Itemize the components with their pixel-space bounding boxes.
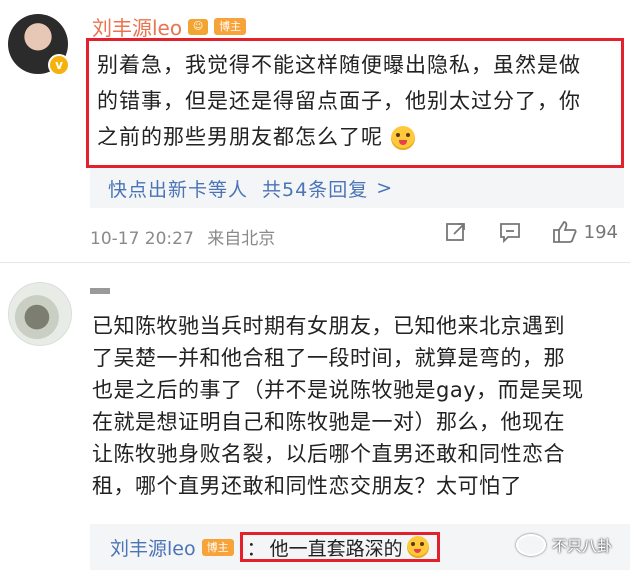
reply-names[interactable]: 快点出新卡等人 [108,175,248,202]
comment-username-row: 刘丰源leo ☺ 博主 [92,12,247,41]
watermark-text: 不只八卦 [551,536,612,555]
reply-summary-box[interactable]: 快点出新卡等人 共54条回复 > [90,168,624,208]
fan-level-icon: ☺ [188,18,209,35]
comment-text-line: 租，哪个直男还敢和同性恋交朋友？太可怕了 [92,474,522,498]
comment-actions: 194 [444,220,618,244]
comment-time: 10-17 20:27 [90,229,194,249]
like-button[interactable]: 194 [552,220,618,244]
comment-text-line: 也是之后的事了（并不是说陈牧驰是gay，而是吴现 [92,378,584,402]
comment-text-line: 之前的那些男朋友都怎么了呢 [97,125,383,149]
comment-location: 来自北京 [207,229,276,249]
comment-text-line-wrap: 之前的那些男朋友都怎么了呢 [97,119,613,155]
comment-meta: 10-17 20:27 来自北京 [90,224,275,249]
tongue-wink-emoji-icon [406,536,429,558]
watermark: 不只八卦 [515,534,612,556]
avatar[interactable] [8,282,72,346]
share-icon [445,223,465,241]
sub-reply-username[interactable]: 刘丰源leo [110,534,196,561]
sub-reply-author: 刘丰源leo 博主 [110,534,234,561]
comment-username[interactable]: 刘丰源leo [92,12,182,41]
verified-badge-icon: v [48,54,70,76]
sub-reply-separator: ： [246,537,266,560]
blogger-tag: 博主 [214,18,247,35]
share-button[interactable] [444,220,468,244]
avatar[interactable]: v [8,14,70,76]
wechat-logo-icon [515,534,546,556]
comment-text-line: 已知陈牧驰当兵时期有女朋友，已知他来北京遇到 [92,314,565,338]
weibo-comment-thread: v 刘丰源leo ☺ 博主 别着急，我觉得不能这样随便曝出隐私，虽然是做 的错事… [0,0,630,570]
comment-text-line: 在就是想证明自己和陈牧驰是一对）那么，他现在 [92,410,565,434]
sub-reply-text-highlighted: ： 他一直套路深的 [239,532,440,562]
comment-icon [499,223,520,244]
thumbs-up-icon [552,221,577,243]
comment-text: 已知陈牧驰当兵时期有女朋友，已知他来北京遇到 了吴楚一并和他合租了一段时间，就算… [92,310,622,502]
reply-count[interactable]: 共54条回复 [262,175,368,202]
sub-reply-text: 他一直套路深的 [269,537,403,560]
comment-text-line: 了吴楚一并和他合租了一段时间，就算是弯的，那 [92,346,565,370]
comment-button[interactable] [498,220,522,244]
blogger-tag: 博主 [201,538,234,556]
comment-text-line: 的错事，但是还是得留点面子，他别太过分了，你 [97,89,581,113]
chevron-right-icon[interactable]: > [376,177,393,199]
comment-divider [0,262,630,263]
comment-text-highlighted: 别着急，我觉得不能这样随便曝出隐私，虽然是做 的错事，但是还是得留点面子，他别太… [86,38,624,168]
tongue-wink-emoji-icon [390,126,415,150]
comment-text-line: 让陈牧驰身败名裂，以后哪个直男还敢和同性恋合 [92,442,565,466]
like-count: 194 [583,221,618,243]
redacted-username [90,288,110,294]
comment-text-line: 别着急，我觉得不能这样随便曝出隐私，虽然是做 [97,53,581,77]
